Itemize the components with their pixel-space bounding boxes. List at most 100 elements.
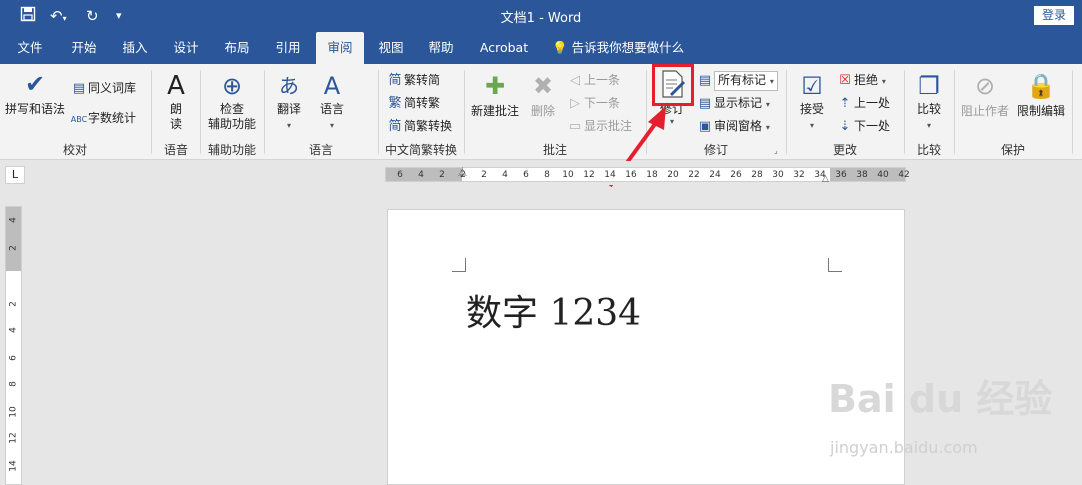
ruler-tick-label: 24 bbox=[709, 170, 721, 180]
translate-button[interactable]: あ 翻译 ▾ bbox=[270, 70, 308, 131]
markup-display-select[interactable]: ▤ 所有标记 ▾ bbox=[696, 70, 778, 91]
tab-selector[interactable]: L bbox=[5, 166, 25, 184]
ruler-tick-label: 40 bbox=[877, 170, 889, 180]
chevron-down-icon: ▾ bbox=[329, 121, 334, 130]
group-label-changes: 更改 bbox=[832, 143, 857, 157]
block-authors-icon: ⊘ bbox=[974, 72, 996, 100]
delete-comment-button: ✖ 删除 bbox=[524, 70, 562, 119]
lock-icon: 🔒 bbox=[1026, 72, 1056, 100]
reviewing-pane-button[interactable]: ▣ 审阅窗格 ▾ bbox=[696, 116, 770, 136]
restrict-editing-button[interactable]: 🔒 限制编辑 bbox=[1014, 70, 1068, 119]
tab-layout[interactable]: 布局 bbox=[215, 32, 259, 64]
tab-acrobat[interactable]: Acrobat bbox=[474, 32, 534, 64]
group-label-protect: 保护 bbox=[1000, 143, 1025, 157]
word-count-button[interactable]: ABC字数统计 bbox=[70, 108, 136, 128]
language-icon: A bbox=[323, 72, 341, 100]
spelling-check-icon: ✔ bbox=[24, 70, 46, 98]
thesaurus-button[interactable]: ▤ 同义词库 bbox=[70, 78, 136, 98]
reject-button[interactable]: ☒ 拒绝 ▾ bbox=[836, 70, 886, 90]
tell-me-box[interactable]: 💡 告诉我你想要做什么 bbox=[552, 32, 692, 64]
read-aloud-button[interactable]: A 朗读 bbox=[156, 70, 196, 132]
ruler-tick-label: 2 bbox=[481, 170, 487, 180]
ruler-tick-label: 4 bbox=[8, 217, 19, 223]
group-separator bbox=[264, 70, 265, 154]
vertical-ruler[interactable]: 4 2 2 4 6 8 10 12 14 bbox=[5, 206, 22, 485]
watermark-url: jingyan.baidu.com bbox=[830, 438, 978, 457]
group-label-compare: 比较 bbox=[916, 143, 941, 157]
lightbulb-icon: 💡 bbox=[552, 40, 568, 55]
ruler-tick-label: 8 bbox=[8, 381, 19, 387]
ruler-tick-label: 2 bbox=[8, 301, 19, 307]
convert-chinese-button[interactable]: 简简繁转换 bbox=[386, 116, 452, 136]
tab-file[interactable]: 文件 bbox=[8, 32, 52, 64]
delete-comment-icon: ✖ bbox=[532, 72, 554, 100]
ruler-tick-label: 42 bbox=[898, 170, 910, 180]
group-label-accessibility: 辅助功能 bbox=[207, 143, 256, 157]
word-count-icon: ABC bbox=[70, 115, 88, 124]
translate-icon: あ bbox=[279, 74, 299, 98]
watermark-logo: Bai du 经验 bbox=[828, 377, 1053, 421]
reject-icon: ☒ bbox=[839, 73, 851, 88]
ruler-tick-label: 4 bbox=[502, 170, 508, 180]
ruler-tick-label: 6 bbox=[8, 355, 19, 361]
simp-to-trad-button[interactable]: 繁简转繁 bbox=[386, 93, 440, 113]
dialog-launcher-icon[interactable]: ⌟ bbox=[774, 146, 778, 155]
group-separator bbox=[464, 70, 465, 154]
ruler-tick-label: 6 bbox=[523, 170, 529, 180]
accept-button[interactable]: ☑ 接受 ▾ bbox=[792, 70, 832, 131]
accept-icon: ☑ bbox=[801, 72, 823, 100]
right-indent-marker[interactable]: △ bbox=[822, 174, 829, 184]
new-comment-icon: ✚ bbox=[484, 72, 506, 100]
ruler-tick-label: 8 bbox=[544, 170, 550, 180]
indent-marker[interactable]: ⏅ bbox=[458, 165, 467, 178]
convert-icon: 简 bbox=[388, 119, 402, 134]
show-markup-button[interactable]: ▤ 显示标记 ▾ bbox=[696, 93, 770, 113]
tab-help[interactable]: 帮助 bbox=[419, 32, 463, 64]
document-page[interactable]: 数字 1234 Bai du 经验 jingyan.baidu.com bbox=[387, 209, 1052, 485]
thesaurus-icon: ▤ bbox=[72, 81, 86, 96]
horizontal-ruler[interactable]: 6 4 2 2 2 4 6 8 10 12 14 16 18 20 22 24 26 28 30 32 34 36 38 40… bbox=[385, 165, 910, 184]
spelling-grammar-button[interactable]: ✔ 拼写和语法 bbox=[4, 68, 66, 117]
trad-simp-icon: 简 bbox=[388, 73, 402, 88]
crop-mark-left bbox=[452, 258, 466, 272]
show-comments-icon: ▭ bbox=[568, 119, 582, 134]
ruler-tick-label: 4 bbox=[418, 170, 424, 180]
tab-view[interactable]: 视图 bbox=[369, 32, 413, 64]
ruler-tick-label: 16 bbox=[625, 170, 637, 180]
ruler-tick-label: 18 bbox=[646, 170, 658, 180]
accessibility-icon: ⊕ bbox=[221, 72, 243, 100]
trad-to-simp-button[interactable]: 简繁转简 bbox=[386, 70, 440, 90]
ruler-tick-label: 10 bbox=[8, 406, 19, 418]
prev-change-button[interactable]: ⇡ 上一处 bbox=[836, 93, 890, 113]
crop-mark-right bbox=[828, 258, 842, 272]
chevron-down-icon: ▾ bbox=[926, 121, 931, 130]
group-label-language: 语言 bbox=[308, 143, 333, 157]
tab-home[interactable]: 开始 bbox=[62, 32, 106, 64]
tab-review[interactable]: 审阅 bbox=[316, 32, 364, 64]
ruler-tick-label: 36 bbox=[835, 170, 847, 180]
ruler-tick-label: 22 bbox=[688, 170, 700, 180]
group-separator bbox=[151, 70, 152, 154]
group-label-speech: 语音 bbox=[163, 143, 188, 157]
language-button[interactable]: A 语言 ▾ bbox=[312, 70, 352, 131]
tab-design[interactable]: 设计 bbox=[164, 32, 208, 64]
ribbon-tabs: 文件 开始 插入 设计 布局 引用 审阅 视图 帮助 Acrobat 💡 告诉我… bbox=[0, 32, 1082, 64]
next-change-button[interactable]: ⇣ 下一处 bbox=[836, 116, 890, 136]
check-accessibility-button[interactable]: ⊕ 检查 辅助功能 bbox=[204, 70, 260, 132]
compare-icon: ❐ bbox=[918, 72, 940, 100]
tab-references[interactable]: 引用 bbox=[266, 32, 310, 64]
window-title: 文档1 - Word bbox=[500, 11, 582, 26]
group-separator bbox=[378, 70, 379, 154]
chevron-down-icon: ▾ bbox=[286, 121, 291, 130]
compare-button[interactable]: ❐ 比较 ▾ bbox=[908, 70, 950, 131]
ruler-tick-label: 38 bbox=[856, 170, 868, 180]
group-label-proofing: 校对 bbox=[62, 143, 87, 157]
tab-insert[interactable]: 插入 bbox=[113, 32, 157, 64]
new-comment-button[interactable]: ✚ 新建批注 bbox=[468, 70, 522, 119]
block-authors-button: ⊘ 阻止作者 bbox=[958, 70, 1012, 119]
document-text[interactable]: 数字 1234 bbox=[466, 292, 641, 336]
group-label-chinese: 中文简繁转换 bbox=[384, 143, 457, 157]
next-comment-icon: ▷ bbox=[570, 96, 580, 111]
login-button[interactable]: 登录 bbox=[1034, 6, 1074, 25]
prev-comment-icon: ◁ bbox=[570, 73, 580, 88]
